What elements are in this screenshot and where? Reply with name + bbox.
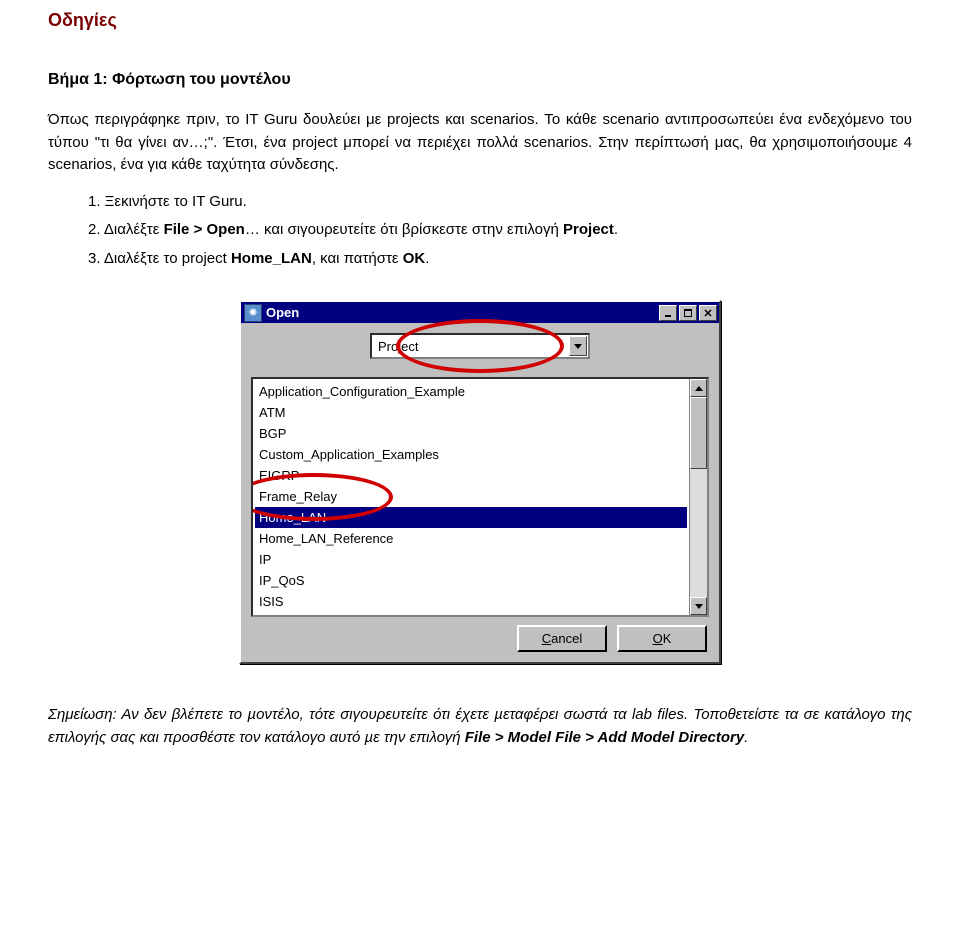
cancel-button[interactable]: Cancel	[517, 625, 607, 652]
note-bold: File > Model File > Add Model Directory	[465, 729, 745, 746]
dialog-titlebar: ✷ Open	[241, 302, 719, 323]
list-item[interactable]: IP	[255, 549, 687, 570]
minimize-button[interactable]	[659, 305, 677, 321]
step-3-text-a: 3. Διαλέξτε το project	[88, 250, 231, 267]
step-2-bold-2: Project	[563, 221, 614, 238]
step-list: 1. Ξεκινήστε το IT Guru. 2. Διαλέξτε Fil…	[88, 191, 912, 271]
step-2-bold-1: File > Open	[164, 221, 245, 238]
list-item[interactable]: ISIS	[255, 591, 687, 612]
ok-button[interactable]: OK	[617, 625, 707, 652]
step-2-text-c: .	[614, 221, 618, 238]
list-item[interactable]: Home_LAN_Reference	[255, 528, 687, 549]
close-button[interactable]	[699, 305, 717, 321]
step-3: 3. Διαλέξτε το project Home_LAN, και πατ…	[88, 248, 912, 271]
project-listbox[interactable]: Application_Configuration_ExampleATMBGPC…	[251, 377, 709, 617]
list-item[interactable]: EIGRP	[255, 465, 687, 486]
list-scrollbar[interactable]	[689, 379, 707, 615]
list-item[interactable]: LANE	[255, 612, 687, 615]
step-3-text-b: , και πατήστε	[312, 250, 403, 267]
open-dialog-screenshot: ✷ Open Project	[48, 300, 912, 664]
scroll-track[interactable]	[690, 397, 707, 597]
step-1: 1. Ξεκινήστε το IT Guru.	[88, 191, 912, 214]
list-item[interactable]: Frame_Relay	[255, 486, 687, 507]
type-combo[interactable]: Project	[370, 333, 590, 359]
app-icon: ✷	[244, 304, 262, 322]
scroll-thumb[interactable]	[690, 397, 707, 469]
chevron-down-icon[interactable]	[569, 336, 587, 356]
list-item[interactable]: BGP	[255, 423, 687, 444]
note-paragraph: Σημείωση: Αν δεν βλέπετε το µοντέλο, τότ…	[48, 704, 912, 749]
note-text-b: .	[744, 729, 748, 746]
step-2-text-b: … και σιγουρευτείτε ότι βρίσκεστε στην ε…	[245, 221, 563, 238]
intro-paragraph: Όπως περιγράφηκε πριν, το IT Guru δουλεύ…	[48, 109, 912, 177]
step-3-bold-2: OK	[403, 250, 426, 267]
list-item[interactable]: Custom_Application_Examples	[255, 444, 687, 465]
list-item[interactable]: Application_Configuration_Example	[255, 381, 687, 402]
dialog-title: Open	[266, 305, 657, 320]
step-3-bold-1: Home_LAN	[231, 250, 312, 267]
list-item[interactable]: ATM	[255, 402, 687, 423]
step-3-text-c: .	[425, 250, 429, 267]
page-title: Οδηγίες	[48, 10, 912, 31]
step-heading: Βήμα 1: Φόρτωση του μοντέλου	[48, 71, 912, 89]
open-dialog: ✷ Open Project	[239, 300, 721, 664]
type-combo-value: Project	[378, 339, 569, 354]
step-2: 2. Διαλέξτε File > Open… και σιγουρευτεί…	[88, 219, 912, 242]
scroll-up-button[interactable]	[690, 379, 707, 397]
maximize-button[interactable]	[679, 305, 697, 321]
list-item[interactable]: Home_LAN	[255, 507, 687, 528]
step-2-text-a: 2. Διαλέξτε	[88, 221, 164, 238]
scroll-down-button[interactable]	[690, 597, 707, 615]
list-item[interactable]: IP_QoS	[255, 570, 687, 591]
